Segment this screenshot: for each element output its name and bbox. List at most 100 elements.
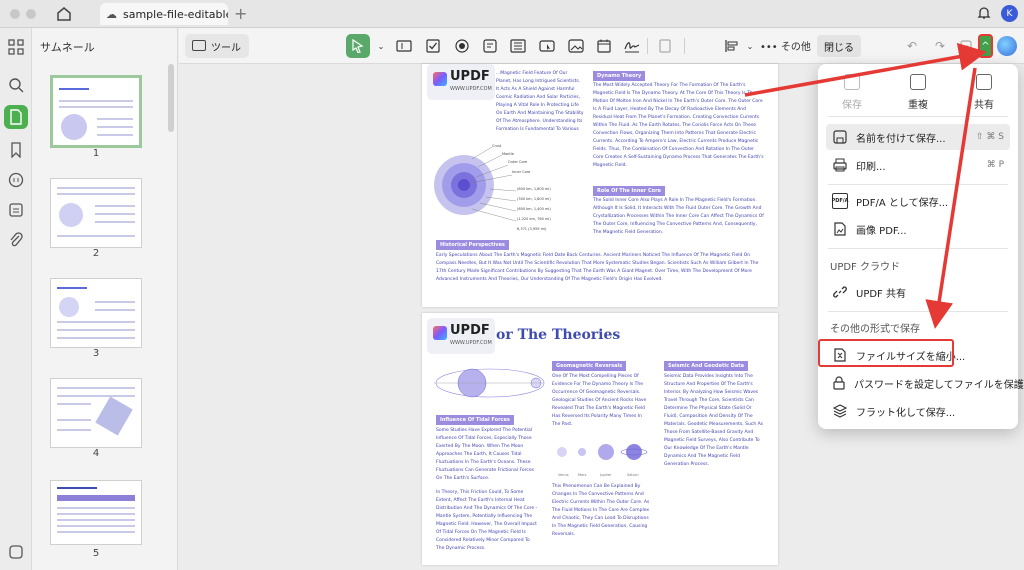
window-close-button[interactable] [10,9,20,19]
menu-item-image-pdf[interactable]: 画像 PDF... [826,216,1010,242]
tab-title: sample-file-editable [123,7,228,21]
dynamo-paragraph: The Most Widely Accepted Theory For The … [593,83,764,168]
redo-icon[interactable]: ↷ [931,37,949,55]
more-icon: ••• [760,42,778,53]
menu-item-label: PDF/A として保存... [856,197,949,209]
toolbar-divider [684,38,685,54]
menu-item-save-as[interactable]: 名前を付けて保存... ⇧ ⌘ S [826,124,1010,150]
section-heading: Role Of The Inner Core [593,186,665,196]
diagram-label: (600 km, 1,800 mi) [517,187,551,191]
new-tab-button[interactable]: + [234,4,247,23]
section-heading: Influence Of Tidal Forces [436,415,514,425]
save-as-icon [832,129,848,145]
chevron-down-icon[interactable]: ⌄ [741,37,759,55]
home-icon[interactable] [54,4,74,24]
planet-label: Saturn [627,473,639,477]
diagram-label: (1,220 km, 760 mi) [517,217,551,221]
lock-icon [832,375,846,391]
form-icon[interactable] [7,201,25,219]
search-icon[interactable] [7,76,25,94]
ai-assistant-icon[interactable] [997,36,1017,56]
updf-logo: UPDF WWW.UPDF.COM [427,318,495,354]
link-icon [832,284,848,300]
select-tool-button[interactable] [346,34,370,58]
comment-icon[interactable] [7,171,25,189]
left-icon-rail [0,28,32,570]
more-button[interactable]: ••• その他 [760,38,811,53]
bookmark-icon[interactable] [7,141,25,159]
menu-section-cloud: UPDF クラウド [830,262,900,273]
window-minimize-button[interactable] [26,9,36,19]
thumbnail-page-number: 1 [92,148,100,159]
menu-divider [828,184,1008,185]
menu-item-label: フラット化して保存... [856,407,956,419]
menu-save-button[interactable]: 保存 [822,74,882,111]
thumbnail-page-icon[interactable] [4,105,28,129]
menu-item-password[interactable]: パスワードを設定してファイルを保護する... [826,370,1024,396]
avatar[interactable]: K [1001,5,1018,22]
title-bar: ☁ sample-file-editable + K [0,0,1024,28]
compress-highlight-box [818,339,954,367]
logo-text: UPDF [450,323,490,338]
document-tab[interactable]: ☁ sample-file-editable [100,3,228,25]
save-document-icon[interactable] [957,37,975,55]
diagram-label: Mantle [502,152,514,156]
menu-item-updf-share[interactable]: UPDF 共有 [826,279,1010,305]
menu-item-flatten[interactable]: フラット化して保存... [826,398,1010,424]
logo-text: UPDF [450,69,490,84]
page-thumbnail[interactable] [50,178,142,248]
menu-section-other-formats: その他の形式で保存 [830,324,920,335]
menu-share-button[interactable]: 共有 [954,74,1014,111]
dropdown-field-icon[interactable] [481,37,499,55]
historical-paragraph: Early Speculations About The Earth's Mag… [436,253,759,282]
text-field-icon[interactable] [395,37,413,55]
more-label: その他 [780,42,811,53]
form-recognition-icon[interactable] [656,37,674,55]
diagram-label: 6,371 (3,959 mi) [517,227,547,231]
attachment-icon[interactable] [7,231,25,249]
layers-icon[interactable] [7,543,25,561]
menu-duplicate-button[interactable]: 重複 [888,74,948,111]
page-thumbnail[interactable] [50,480,142,545]
page-thumbnail[interactable] [50,378,142,448]
section-heading: Geomagnetic Reversals [552,361,627,371]
menu-item-pdfa[interactable]: PDF/A PDF/A として保存... [826,188,1010,214]
diagram-label: (300 km, 1,800 mi) [517,197,551,201]
image-pdf-icon [832,221,848,237]
diagram-label: Inner Core [512,170,531,174]
menu-item-print[interactable]: 印刷... ⌘ P [826,152,1010,178]
menu-item-label: 印刷... [856,161,886,173]
button-field-icon[interactable] [538,37,556,55]
checkbox-icon[interactable] [424,37,442,55]
save-menu-toggle-button[interactable]: ^ [978,34,993,58]
pdf-page-2: UPDF WWW.UPDF.COM or The Theories Influe… [422,313,778,565]
bell-icon[interactable] [976,5,992,21]
close-button[interactable]: 閉じる [817,35,861,57]
geomagnetic-paragraph: One Of The Most Compelling Pieces Of Evi… [552,374,647,427]
menu-item-label: UPDF 共有 [856,288,906,300]
date-field-icon[interactable] [595,37,613,55]
menu-save-label: 保存 [842,100,862,111]
align-icon[interactable] [723,37,741,55]
tool-button[interactable]: ツール [185,34,249,58]
list-box-icon[interactable] [509,37,527,55]
signature-icon[interactable] [623,37,641,55]
menu-item-label: 名前を付けて保存... [856,133,946,145]
image-field-icon[interactable] [567,37,585,55]
menu-share-label: 共有 [974,100,994,111]
chevron-down-icon[interactable]: ⌄ [372,37,390,55]
page-thumbnail[interactable] [50,278,142,348]
flatten-icon [832,403,848,419]
logo-subtext: WWW.UPDF.COM [450,340,492,346]
updf-logo-icon [433,72,447,86]
undo-icon[interactable]: ↶ [903,37,921,55]
diagram-label: Crust [492,144,502,148]
menu-shortcut: ⇧ ⌘ S [976,132,1004,142]
radio-button-icon[interactable] [453,37,471,55]
updf-logo-icon [433,326,447,340]
annotation-toolbar: ツール ⌄ ⌄ ••• その他 閉じる ↶ ↷ ^ [179,28,1024,64]
grid-icon[interactable] [7,38,25,56]
page-thumbnail[interactable] [50,75,142,148]
thumbnail-scrollbar[interactable] [168,64,174,132]
thumbnail-page-number: 4 [92,448,100,459]
